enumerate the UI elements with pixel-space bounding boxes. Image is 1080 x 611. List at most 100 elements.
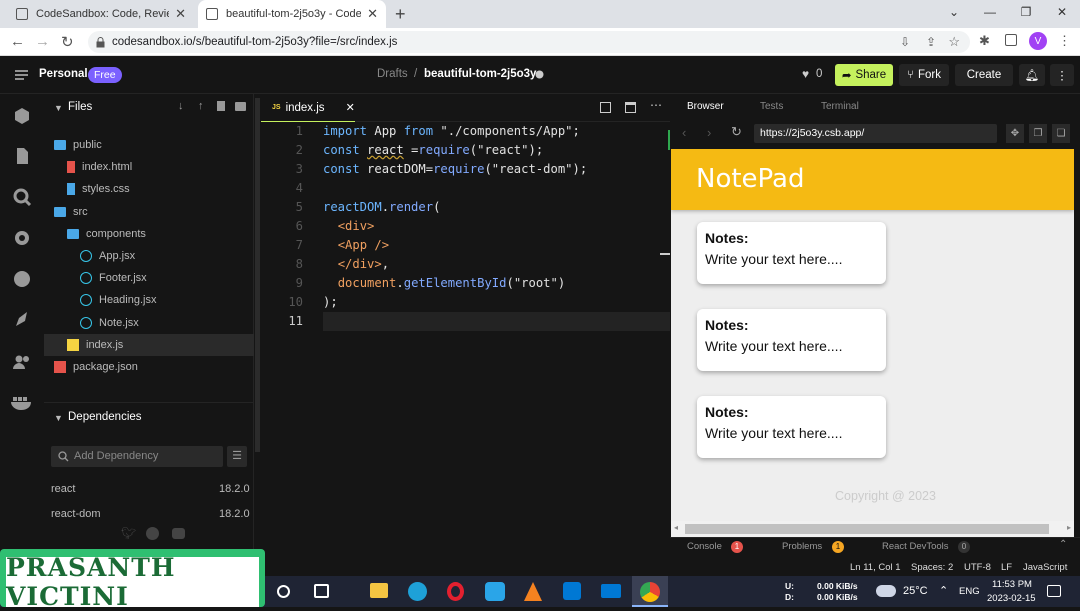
task-view-icon[interactable] (314, 584, 329, 598)
side-panel-icon[interactable] (1005, 34, 1017, 46)
sandbox-cube-icon[interactable] (12, 106, 32, 126)
responsive-view-icon[interactable]: ✥ (1006, 124, 1024, 143)
preview-forward-icon[interactable]: › (707, 125, 711, 140)
create-button[interactable]: Create (955, 64, 1013, 86)
notifications-bell-icon[interactable]: 🔔︎ (1019, 64, 1045, 86)
discord-icon[interactable] (172, 528, 185, 539)
edge-icon[interactable] (408, 582, 427, 601)
vlc-icon[interactable] (524, 582, 542, 601)
preview-more-icon[interactable]: ❏ (1052, 124, 1070, 143)
preview-horizontal-scrollbar[interactable]: ◂ ▸ (671, 521, 1074, 537)
file-tree-item[interactable]: index.html (44, 156, 254, 178)
scrollbar-thumb[interactable] (685, 524, 1049, 534)
new-folder-icon[interactable] (235, 102, 246, 111)
share-button[interactable]: ➦ Share (835, 64, 893, 86)
tab-browser[interactable]: Browser (687, 101, 724, 112)
new-file-icon[interactable] (217, 101, 225, 111)
tab-search-icon[interactable]: ⌄ (936, 0, 972, 24)
file-tree-item[interactable]: index.js (44, 333, 254, 356)
profile-avatar[interactable]: V (1029, 32, 1047, 50)
tab-react-devtools[interactable]: React DevTools (882, 541, 949, 552)
scroll-right-icon[interactable]: ▸ (1067, 523, 1071, 532)
tab-console[interactable]: Console (687, 541, 722, 552)
explorer-scrollbar-thumb[interactable] (255, 98, 260, 452)
indentation-setting[interactable]: Spaces: 2 (911, 562, 953, 573)
file-tree-item[interactable]: public (44, 134, 254, 156)
sandbox-name[interactable]: beautiful-tom-2j5o3y (424, 68, 536, 80)
file-tree-item[interactable]: Footer.jsx (44, 267, 254, 289)
close-tab-icon[interactable]: ✕ (175, 6, 186, 22)
workspace-name[interactable]: Personal (39, 68, 88, 80)
chrome-menu-icon[interactable]: ⋮ (1058, 33, 1071, 49)
back-icon[interactable]: ← (10, 33, 25, 50)
file-tree-item[interactable]: styles.css (44, 178, 254, 200)
tab-tests[interactable]: Tests (760, 101, 783, 112)
upload-icon[interactable]: ↑ (198, 100, 204, 112)
file-explorer-icon[interactable] (370, 583, 388, 598)
twitter-icon[interactable]: 🐦︎ (121, 526, 136, 540)
editor-more-icon[interactable]: ⋯ (650, 98, 662, 112)
clock-time[interactable]: 11:53 PM (992, 579, 1032, 590)
input-language[interactable]: ENG (959, 586, 980, 597)
code-editor[interactable]: 1 2 3 4 5 6 7 8 9 10 11 import App from "./compone… (261, 122, 670, 554)
cortana-icon[interactable] (277, 585, 290, 598)
browser-tab[interactable]: CodeSandbox: Code, Review and ✕ (8, 0, 194, 28)
tab-terminal[interactable]: Terminal (821, 101, 859, 112)
github-icon[interactable] (12, 269, 32, 289)
browser-tab-active[interactable]: beautiful-tom-2j5o3y - CodeSan ✕ (198, 0, 386, 28)
dependency-list-icon[interactable]: ☰ (227, 446, 247, 467)
bookmark-star-icon[interactable]: ☆ (948, 34, 960, 50)
minimize-icon[interactable]: — (972, 0, 1008, 24)
preview-url-input[interactable]: https://2j5o3y.csb.app/ (754, 124, 997, 143)
settings-gear-icon[interactable] (12, 228, 32, 248)
tray-expand-icon[interactable]: ⌃ (939, 584, 948, 597)
close-tab-icon[interactable]: ✕ (367, 6, 378, 22)
preview-refresh-icon[interactable]: ↻ (731, 124, 742, 140)
file-encoding[interactable]: UTF-8 (964, 562, 991, 573)
weather-cloud-icon[interactable] (876, 585, 896, 597)
live-users-icon[interactable] (12, 352, 32, 372)
dependency-name[interactable]: react (51, 483, 75, 495)
files-section-title[interactable]: Files (68, 101, 92, 113)
weather-temperature[interactable]: 25°C (903, 585, 928, 597)
new-tab-icon[interactable]: + (395, 4, 406, 25)
chrome-taskbar-active[interactable] (632, 576, 668, 607)
add-dependency-input[interactable]: Add Dependency (51, 446, 223, 467)
github-small-icon[interactable] (146, 527, 159, 540)
maximize-icon[interactable]: ❐ (1008, 0, 1044, 24)
hamburger-menu-icon[interactable] (15, 70, 28, 80)
tab-problems[interactable]: Problems (782, 541, 822, 552)
line-ending[interactable]: LF (1001, 562, 1012, 573)
file-tree-item[interactable]: components (44, 223, 254, 245)
dependencies-section-title[interactable]: Dependencies (68, 411, 142, 423)
microsoft-store-icon[interactable] (563, 582, 581, 600)
install-app-icon[interactable]: ⇩ (900, 35, 910, 49)
opera-icon[interactable] (447, 582, 464, 601)
heart-icon[interactable]: ♥ (802, 67, 809, 81)
file-tree-item[interactable]: App.jsx (44, 245, 254, 267)
expand-panel-icon[interactable]: ⌃ (1059, 539, 1067, 550)
dependency-name[interactable]: react-dom (51, 508, 101, 520)
split-editor-icon[interactable] (600, 102, 611, 113)
editor-tab-index-js[interactable]: JS index.js ✕ (261, 94, 355, 122)
toggle-preview-icon[interactable] (625, 102, 636, 113)
cursor-position[interactable]: Ln 11, Col 1 (850, 562, 901, 573)
open-new-window-icon[interactable]: ❐ (1029, 124, 1047, 143)
search-icon[interactable] (12, 187, 32, 207)
docker-icon[interactable] (10, 392, 34, 412)
file-tree-item[interactable]: Heading.jsx (44, 289, 254, 311)
notification-center-icon[interactable] (1047, 585, 1061, 597)
extensions-icon[interactable]: ✱ (979, 33, 990, 49)
fork-button[interactable]: ⑂ Fork (899, 64, 949, 86)
forward-icon[interactable]: → (35, 33, 50, 50)
files-icon[interactable] (12, 146, 32, 166)
preview-back-icon[interactable]: ‹ (682, 125, 686, 140)
file-tree-item[interactable]: Note.jsx (44, 312, 254, 334)
more-menu-icon[interactable]: ⋮ (1050, 64, 1074, 86)
file-tree-item[interactable]: src (44, 201, 254, 223)
sort-down-icon[interactable]: ↓ (178, 100, 184, 112)
store-icon[interactable] (485, 582, 505, 601)
deploy-rocket-icon[interactable] (12, 310, 32, 330)
window-close-icon[interactable]: ✕ (1044, 0, 1080, 24)
close-tab-icon[interactable]: ✕ (346, 101, 355, 114)
